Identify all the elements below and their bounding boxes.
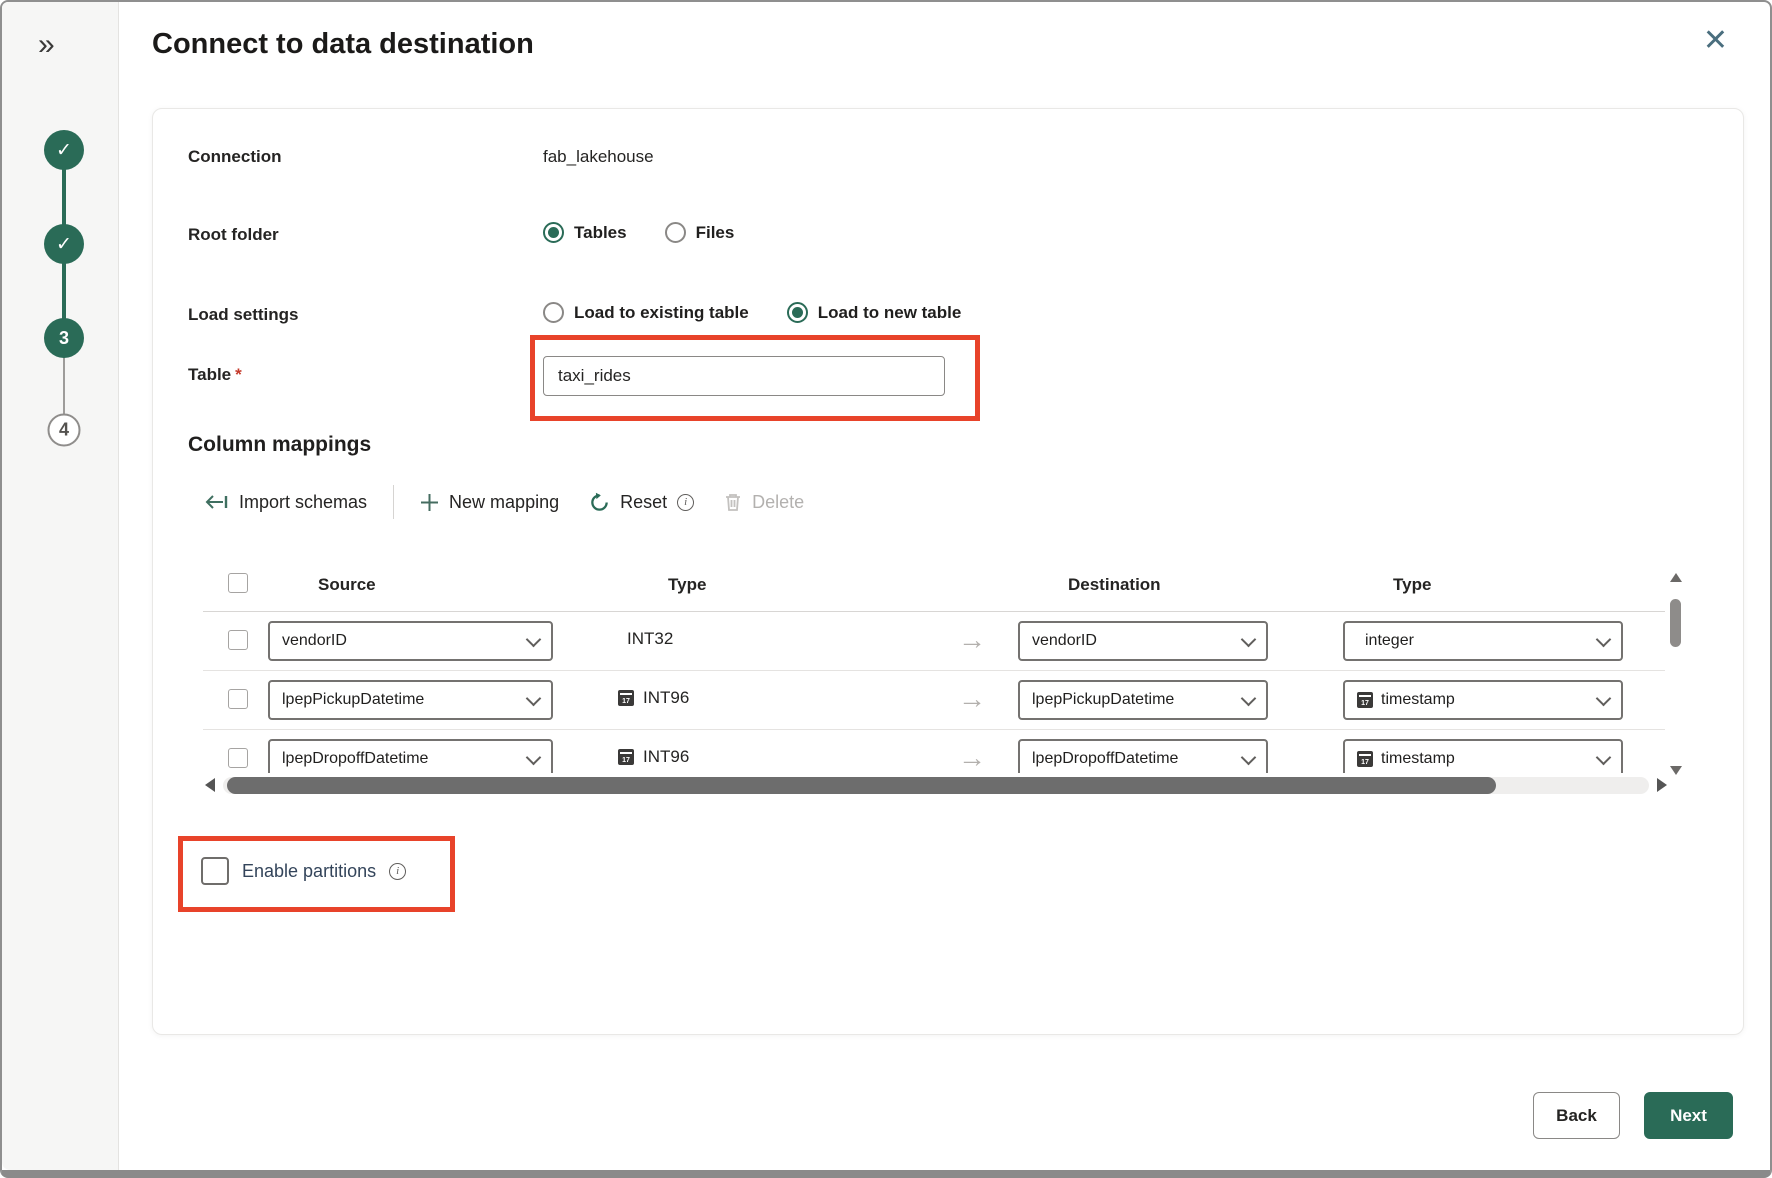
- horizontal-scrollbar-track[interactable]: [223, 777, 1649, 794]
- calendar-type-icon: [618, 690, 634, 706]
- reset-icon: [589, 492, 610, 513]
- scroll-right-icon[interactable]: [1657, 778, 1667, 792]
- destination-column-select[interactable]: vendorID: [1018, 621, 1268, 661]
- check-icon: ✓: [56, 139, 72, 162]
- row-checkbox[interactable]: [228, 630, 248, 650]
- back-button[interactable]: Back: [1533, 1092, 1620, 1139]
- arrow-right-icon: →: [958, 742, 986, 774]
- destination-type-select[interactable]: integer: [1343, 621, 1623, 661]
- step-2-complete[interactable]: ✓: [44, 224, 84, 264]
- connection-label: Connection: [188, 147, 282, 167]
- enable-partitions-checkbox[interactable]: [201, 857, 229, 885]
- source-column-select[interactable]: lpepPickupDatetime: [268, 680, 553, 720]
- chevron-down-icon: [1241, 749, 1257, 765]
- reset-button[interactable]: Reset: [589, 492, 694, 513]
- radio-files[interactable]: [665, 222, 686, 243]
- check-icon: ✓: [56, 233, 72, 256]
- table-name-label: Table*: [188, 365, 242, 385]
- radio-load-existing-label[interactable]: Load to existing table: [574, 303, 749, 323]
- chevron-down-icon: [1596, 749, 1612, 765]
- delete-icon: [724, 492, 742, 512]
- plus-icon: [420, 493, 439, 512]
- destination-column-header: Destination: [1068, 575, 1161, 595]
- calendar-type-icon: [618, 749, 634, 765]
- mappings-table-header: Source Type Destination Type: [203, 571, 1665, 609]
- horizontal-scrollbar[interactable]: [205, 773, 1667, 797]
- expand-panel-icon[interactable]: »: [38, 28, 55, 62]
- row-checkbox[interactable]: [228, 748, 248, 768]
- root-folder-label: Root folder: [188, 225, 279, 245]
- load-settings-radio-group: Load to existing table Load to new table: [543, 302, 989, 323]
- step-3-current[interactable]: 3: [44, 318, 84, 358]
- chevron-down-icon: [526, 690, 542, 706]
- import-schemas-icon: [205, 493, 229, 511]
- import-schemas-button[interactable]: Import schemas: [205, 492, 367, 513]
- vertical-scrollbar-thumb[interactable]: [1670, 599, 1681, 647]
- chevron-down-icon: [1596, 631, 1612, 647]
- source-type-cell: INT32: [618, 629, 673, 649]
- chevron-down-icon: [526, 749, 542, 765]
- screenshot: » ✓ ✓ 3 4 Connect to data destination ✕ …: [0, 0, 1772, 1178]
- page-title: Connect to data destination: [152, 28, 534, 61]
- source-column-header: Source: [318, 575, 376, 595]
- required-asterisk: *: [235, 365, 242, 384]
- destination-type-column-header: Type: [1393, 575, 1431, 595]
- arrow-right-icon: →: [958, 683, 986, 715]
- calendar-type-icon: [1357, 692, 1373, 708]
- mapping-row: vendorID INT32 → vendorID integer: [203, 612, 1665, 671]
- enable-partitions-row: Enable partitions: [201, 857, 406, 885]
- radio-files-label[interactable]: Files: [696, 223, 735, 243]
- close-icon[interactable]: ✕: [1703, 26, 1728, 56]
- step-3-label: 3: [59, 328, 69, 349]
- destination-column-select[interactable]: lpepPickupDatetime: [1018, 680, 1268, 720]
- mapping-row: lpepPickupDatetime INT96 → lpepPickupDat…: [203, 671, 1665, 730]
- step-4-label: 4: [59, 420, 69, 441]
- select-all-checkbox[interactable]: [228, 573, 248, 593]
- scroll-down-icon[interactable]: [1670, 766, 1682, 775]
- chevron-down-icon: [526, 631, 542, 647]
- chevron-down-icon: [1596, 690, 1612, 706]
- mappings-toolbar: Import schemas New mapping Reset: [205, 481, 804, 523]
- enable-partitions-label[interactable]: Enable partitions: [242, 861, 376, 882]
- source-type-cell: INT96: [618, 747, 689, 767]
- toolbar-divider: [393, 485, 394, 519]
- horizontal-scrollbar-thumb[interactable]: [227, 777, 1496, 794]
- load-settings-label: Load settings: [188, 305, 299, 325]
- destination-type-select[interactable]: timestamp: [1343, 680, 1623, 720]
- new-mapping-button[interactable]: New mapping: [420, 492, 559, 513]
- column-mappings-heading: Column mappings: [188, 433, 371, 457]
- scroll-up-icon[interactable]: [1670, 573, 1682, 582]
- root-folder-radio-group: Tables Files: [543, 222, 762, 243]
- type-column-header: Type: [668, 575, 706, 595]
- mapping-rows: vendorID INT32 → vendorID integer lpepPi…: [203, 612, 1665, 784]
- radio-load-existing[interactable]: [543, 302, 564, 323]
- radio-load-new-label[interactable]: Load to new table: [818, 303, 962, 323]
- source-type-cell: INT96: [618, 688, 689, 708]
- chevron-down-icon: [1241, 631, 1257, 647]
- delete-button-disabled[interactable]: Delete: [724, 492, 804, 513]
- scroll-left-icon[interactable]: [205, 778, 215, 792]
- step-1-complete[interactable]: ✓: [44, 130, 84, 170]
- radio-load-new-selected[interactable]: [787, 302, 808, 323]
- partitions-info-icon[interactable]: [389, 863, 406, 880]
- calendar-type-icon: [1357, 751, 1373, 767]
- stepper-sidebar: » ✓ ✓ 3 4: [2, 2, 119, 1170]
- step-4-upcoming[interactable]: 4: [48, 414, 81, 447]
- source-column-select[interactable]: vendorID: [268, 621, 553, 661]
- chevron-down-icon: [1241, 690, 1257, 706]
- radio-tables-label[interactable]: Tables: [574, 223, 627, 243]
- row-checkbox[interactable]: [228, 689, 248, 709]
- reset-info-icon[interactable]: [677, 494, 694, 511]
- arrow-right-icon: →: [958, 624, 986, 656]
- next-button[interactable]: Next: [1644, 1092, 1733, 1139]
- connect-destination-dialog: » ✓ ✓ 3 4 Connect to data destination ✕ …: [0, 0, 1772, 1178]
- vertical-scrollbar[interactable]: [1667, 567, 1685, 779]
- destination-settings-card: Connection fab_lakehouse Root folder Tab…: [152, 108, 1744, 1035]
- table-name-input[interactable]: [543, 356, 945, 396]
- connection-value: fab_lakehouse: [543, 147, 654, 167]
- radio-tables-selected[interactable]: [543, 222, 564, 243]
